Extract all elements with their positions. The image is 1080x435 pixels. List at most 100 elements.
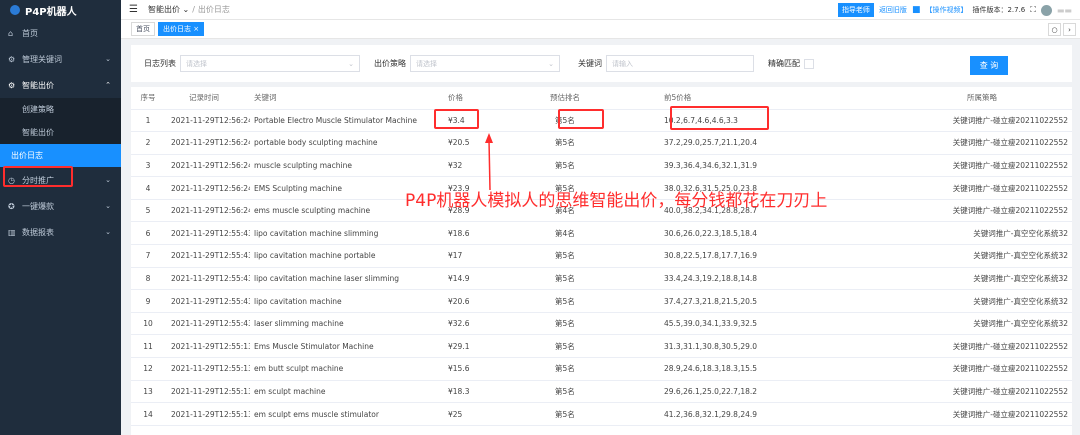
filter-panel: 日志列表 请选择 ⌄ 出价策略 请选择 ⌄ 关键词 请输入 精确匹配 bbox=[131, 45, 1072, 82]
sidebar-item-reports[interactable]: ▥ 数据报表 ⌄ bbox=[0, 219, 121, 245]
sidebar-item-label: 一键爆款 bbox=[22, 201, 54, 211]
old-version-link[interactable]: 返回旧版 bbox=[879, 5, 907, 15]
table-cell: 2 bbox=[131, 131, 165, 155]
table-cell: 2021-11-29T12:55:13 bbox=[165, 402, 250, 426]
table-cell: 第5名 bbox=[545, 289, 660, 313]
strategy-select[interactable]: 请选择 ⌄ bbox=[410, 55, 560, 72]
table-cell: 9 bbox=[131, 289, 165, 313]
table-row: 8 2021-11-29T12:55:43 lipo cavitation mach… bbox=[131, 267, 1072, 291]
table-cell: 第5名 bbox=[545, 312, 660, 336]
sidebar-subitem-create-strategy[interactable]: 创建策略 bbox=[0, 98, 121, 121]
table-cell: 12 bbox=[131, 357, 165, 381]
breadcrumb-root[interactable]: 智能出价 bbox=[148, 5, 180, 14]
query-button[interactable]: 查 询 bbox=[970, 56, 1008, 75]
tags-bar: 首页 出价日志 × ○ › bbox=[121, 20, 1080, 39]
exact-match-checkbox[interactable] bbox=[804, 58, 814, 69]
table-cell: EMS Sculpting machine bbox=[250, 176, 430, 200]
keyword-label: 关键词 bbox=[578, 59, 602, 68]
mentor-button[interactable]: 指导老师 bbox=[837, 3, 874, 17]
table-row: 6 2021-11-29T12:55:43 lipo cavitation mach… bbox=[131, 221, 1072, 246]
table-cell: 关键词推广-碰立瘦20211022552 bbox=[892, 109, 1072, 133]
table-cell: ¥32.6 bbox=[430, 312, 545, 336]
table-cell: 41.2,36.8,32.1,29.8,24.9 bbox=[660, 402, 892, 426]
sidebar-item-hot-item[interactable]: ✪ 一键爆款 ⌄ bbox=[0, 193, 121, 219]
table-row: 12 2021-11-29T12:55:13 em butt sculpt mach… bbox=[131, 357, 1072, 381]
table-cell: 31.3,31.1,30.8,30.5,29.0 bbox=[660, 334, 892, 359]
table-cell: ¥18.6 bbox=[430, 221, 545, 246]
table-cell: 第5名 bbox=[545, 154, 660, 178]
table-cell: 2021-11-29T12:55:13 bbox=[165, 334, 250, 359]
avatar[interactable] bbox=[1040, 4, 1052, 16]
video-link[interactable]: 【操作视频】 bbox=[925, 5, 967, 15]
tag-home[interactable]: 首页 bbox=[131, 22, 155, 36]
chevron-up-icon: ⌃ bbox=[105, 81, 111, 89]
log-list-select[interactable]: 请选择 ⌄ bbox=[180, 55, 360, 72]
table-cell: 2021-11-29T12:55:43 bbox=[165, 244, 250, 268]
table-row: 3 2021-11-29T12:56:24 muscle sculpting mac… bbox=[131, 154, 1072, 178]
sidebar: P4P机器人 ⌂ 首页 ⚙ 管理关键词 ⌄ ⚙ 智能出价 ⌃ 创建策略 智能出价 出价日志… bbox=[0, 0, 121, 435]
sidebar-item-label: 首页 bbox=[22, 28, 38, 38]
chevron-down-icon: ⌄ bbox=[348, 59, 354, 68]
highlight-box-top5 bbox=[670, 106, 769, 130]
table-cell: 2021-11-29T12:55:13 bbox=[165, 380, 250, 404]
sidebar-subitem-bid-log[interactable]: 出价日志 bbox=[0, 144, 121, 167]
table-cell: ¥14.9 bbox=[430, 267, 545, 291]
fullscreen-icon[interactable]: ⛶ bbox=[1030, 5, 1036, 15]
sidebar-item-label: 智能出价 bbox=[22, 80, 54, 90]
table-cell: 关键词推广-真空空化系统32 bbox=[892, 267, 1072, 291]
table-row: 10 2021-11-29T12:55:43 laser slimming mach… bbox=[131, 312, 1072, 336]
table-cell: 7 bbox=[131, 244, 165, 268]
table-cell: 11 bbox=[131, 334, 165, 359]
table-cell: 33.4,24.3,19.2,18.8,14.8 bbox=[660, 267, 892, 291]
keyword-placeholder: 请输入 bbox=[612, 59, 633, 68]
table-cell: 第5名 bbox=[545, 334, 660, 359]
table-cell: Ems Muscle Stimulator Machine bbox=[250, 334, 430, 359]
tag-bid-log[interactable]: 出价日志 × bbox=[158, 22, 205, 36]
menu-fold-icon[interactable]: ☰ bbox=[129, 4, 138, 15]
sidebar-item-home[interactable]: ⌂ 首页 bbox=[0, 20, 121, 46]
table-cell: 8 bbox=[131, 267, 165, 291]
table-cell: 关键词推广-碰立瘦20211022552 bbox=[892, 199, 1072, 223]
table-cell: 关键词推广-真空空化系统32 bbox=[892, 244, 1072, 268]
table-cell: 29.6,26.1,25.0,22.7,18.2 bbox=[660, 380, 892, 404]
keyword-input[interactable]: 请输入 bbox=[606, 55, 754, 72]
strategy-label: 出价策略 bbox=[374, 59, 406, 68]
table-row: 13 2021-11-29T12:55:13 em sculpt machine ¥1… bbox=[131, 380, 1072, 404]
table-cell: 6 bbox=[131, 221, 165, 246]
refresh-icon[interactable]: ○ bbox=[1048, 23, 1061, 36]
table-cell: 2021-11-29T12:56:24 bbox=[165, 199, 250, 223]
logo-icon bbox=[10, 5, 20, 15]
table-cell: 第5名 bbox=[545, 244, 660, 268]
sidebar-item-keywords[interactable]: ⚙ 管理关键词 ⌄ bbox=[0, 46, 121, 72]
app-logo: P4P机器人 bbox=[0, 0, 121, 20]
table-cell: 2021-11-29T12:55:13 bbox=[165, 357, 250, 381]
table-cell: 关键词推广-碰立瘦20211022552 bbox=[892, 176, 1072, 200]
table-cell: laser slimming machine bbox=[250, 312, 430, 336]
table-cell: 2021-11-29T12:55:43 bbox=[165, 312, 250, 336]
sidebar-subitem-smart-bid[interactable]: 智能出价 bbox=[0, 121, 121, 144]
chevron-right-icon[interactable]: › bbox=[1063, 23, 1076, 36]
table-cell: 30.6,26.0,22.3,18.5,18.4 bbox=[660, 221, 892, 246]
table-cell: 第5名 bbox=[545, 380, 660, 404]
table-cell: 1 bbox=[131, 109, 165, 133]
log-table: 序号 记录时间 关键词 价格 预估排名 前5价格 所属策略 1 2021-11-2… bbox=[131, 87, 1072, 435]
table-cell: 2021-11-29T12:55:43 bbox=[165, 267, 250, 291]
sidebar-item-label: 数据报表 bbox=[22, 227, 54, 237]
table-cell: 关键词推广-碰立瘦20211022552 bbox=[892, 380, 1072, 404]
sidebar-subitem-label: 智能出价 bbox=[22, 128, 54, 137]
table-cell: 28.9,24.6,18.3,18.3,15.5 bbox=[660, 357, 892, 381]
table-cell: 3 bbox=[131, 154, 165, 178]
sidebar-item-smart-bid[interactable]: ⚙ 智能出价 ⌃ bbox=[0, 72, 121, 98]
table-cell: ¥15.6 bbox=[430, 357, 545, 381]
table-cell: lipo cavitation machine portable bbox=[250, 244, 430, 268]
breadcrumb-current: 出价日志 bbox=[197, 5, 230, 14]
exact-match-label: 精确匹配 bbox=[768, 59, 800, 68]
strategy-placeholder: 请选择 bbox=[416, 59, 437, 68]
log-list-placeholder: 请选择 bbox=[186, 59, 207, 68]
table-cell: 30.8,22.5,17.8,17.7,16.9 bbox=[660, 244, 892, 268]
table-cell: 45.5,39.0,34.1,33.9,32.5 bbox=[660, 312, 892, 336]
table-row: 2 2021-11-29T12:56:24 portable body sculpt… bbox=[131, 131, 1072, 155]
table-cell: 37.2,29.0,25.7,21.1,20.4 bbox=[660, 131, 892, 155]
sidebar-subitem-label: 创建策略 bbox=[22, 105, 54, 114]
table-cell: em butt sculpt machine bbox=[250, 357, 430, 381]
